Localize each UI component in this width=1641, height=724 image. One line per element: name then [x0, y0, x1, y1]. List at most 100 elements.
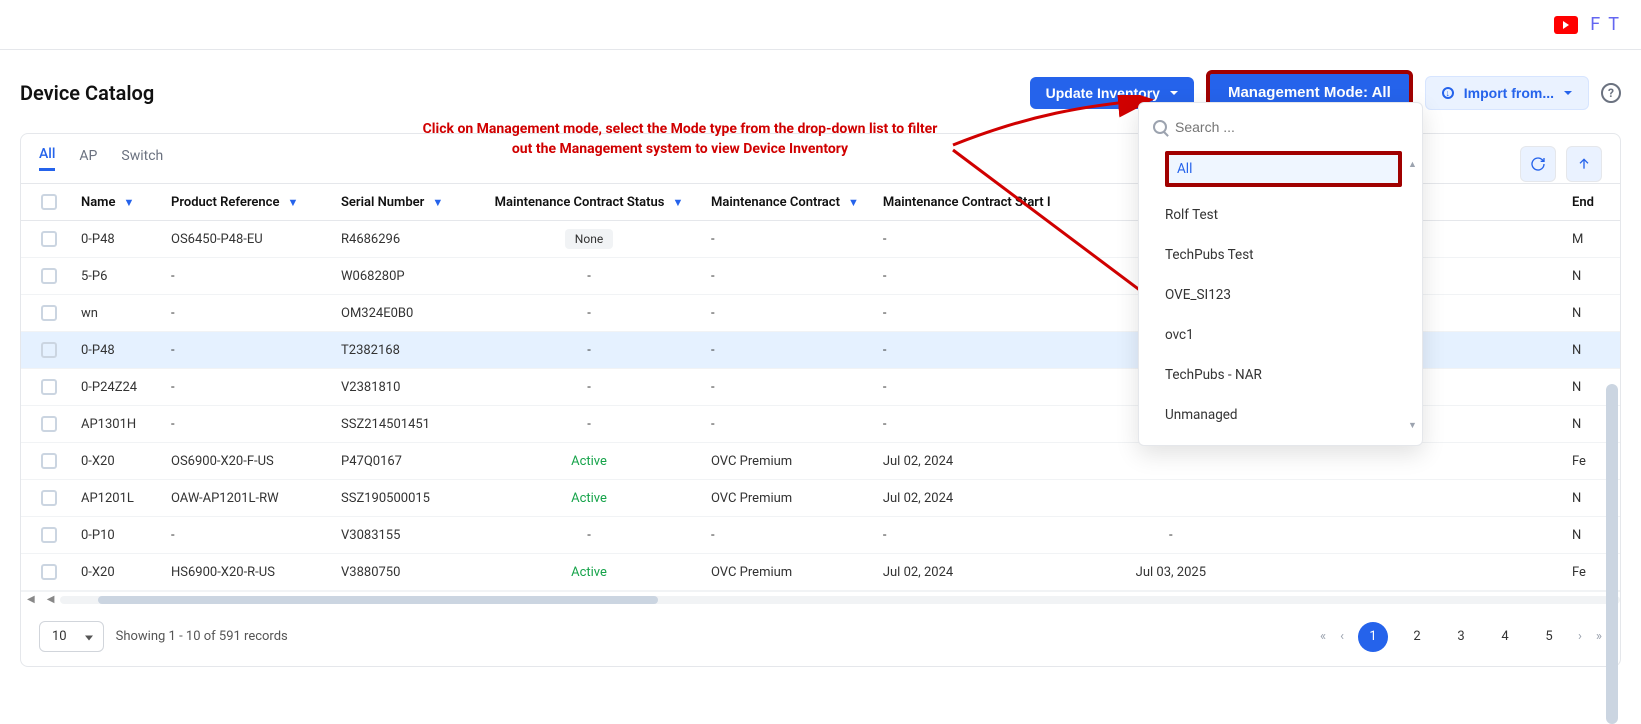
tab-switch[interactable]: Switch [121, 148, 163, 170]
cell-mc: - [699, 369, 871, 406]
management-mode-dropdown: All Rolf Test TechPubs Test OVE_SI123 ov… [1138, 102, 1423, 446]
dropdown-scrollbar[interactable]: ▲ ▼ [1408, 159, 1416, 431]
dropdown-item-all[interactable]: All [1165, 151, 1402, 187]
pager-page-3[interactable]: 3 [1446, 622, 1476, 652]
dropdown-item-techpubs-test[interactable]: TechPubs Test [1165, 243, 1412, 267]
col-mc: Maintenance Contract [711, 195, 840, 210]
cell-mc: - [699, 258, 871, 295]
dropdown-search-input[interactable] [1175, 119, 1408, 135]
dropdown-item-unmanaged[interactable]: Unmanaged [1165, 403, 1412, 427]
download-icon [1442, 87, 1454, 99]
cell-start: Jul 02, 2024 [871, 443, 1071, 480]
vertical-scrollbar[interactable] [1606, 384, 1618, 724]
cell-mcs: - [479, 406, 699, 443]
cell-mc: OVC Premium [699, 480, 871, 517]
table-row[interactable]: AP1201LOAW-AP1201L-RWSSZ190500015ActiveO… [21, 480, 1620, 517]
management-mode-label: Management Mode: All [1228, 84, 1391, 101]
scroll-down-icon[interactable]: ▼ [1408, 420, 1416, 431]
table-row[interactable]: 0-X20OS6900-X20-F-USP47Q0167ActiveOVC Pr… [21, 443, 1620, 480]
cell-mc: OVC Premium [699, 554, 871, 591]
cell-mcs: - [479, 332, 699, 369]
cell-serial: OM324E0B0 [329, 295, 479, 332]
import-from-label: Import from... [1464, 85, 1554, 101]
dropdown-item-techpubs-nar[interactable]: TechPubs - NAR [1165, 363, 1412, 387]
user-initials[interactable]: F T [1590, 14, 1621, 35]
scroll-thumb [98, 596, 658, 604]
row-checkbox[interactable] [41, 453, 57, 469]
page-title: Device Catalog [20, 81, 154, 105]
page-size-select[interactable]: 10 [39, 621, 104, 652]
refresh-icon [1530, 156, 1546, 172]
cell-start-alt [1071, 443, 1271, 480]
cell-start-alt: Jul 03, 2025 [1071, 554, 1271, 591]
cell-serial: V2381810 [329, 369, 479, 406]
panel-toolbar [1520, 146, 1602, 182]
export-button[interactable] [1566, 146, 1602, 182]
scroll-left-icon-2[interactable]: ◀ [41, 594, 61, 605]
cell-prodref: - [159, 332, 329, 369]
row-checkbox[interactable] [41, 379, 57, 395]
cell-mc: - [699, 406, 871, 443]
select-all-checkbox[interactable] [41, 194, 57, 210]
scroll-up-icon[interactable]: ▲ [1408, 159, 1416, 170]
help-icon[interactable]: ? [1601, 83, 1621, 103]
cell-serial: V3083155 [329, 517, 479, 554]
scroll-left-icon[interactable]: ◀ [21, 594, 41, 605]
row-checkbox[interactable] [41, 342, 57, 358]
col-prodref: Product Reference [171, 195, 279, 210]
cell-serial: SSZ214501451 [329, 406, 479, 443]
cell-name: AP1201L [69, 480, 159, 517]
tab-all[interactable]: All [39, 146, 55, 171]
refresh-button[interactable] [1520, 146, 1556, 182]
pager-page-5[interactable]: 5 [1534, 622, 1564, 652]
pager-page-4[interactable]: 4 [1490, 622, 1520, 652]
cell-prodref: HS6900-X20-R-US [159, 554, 329, 591]
cell-end: N [1560, 258, 1620, 295]
cell-mcs: - [479, 295, 699, 332]
dropdown-item-ovc1[interactable]: ovc1 [1165, 323, 1412, 347]
row-checkbox[interactable] [41, 416, 57, 432]
cell-end: N [1560, 332, 1620, 369]
filter-icon[interactable]: ▼ [672, 196, 683, 209]
cell-end: N [1560, 295, 1620, 332]
pager-page-1[interactable]: 1 [1358, 622, 1388, 652]
import-from-button[interactable]: Import from... [1425, 76, 1589, 110]
tab-ap[interactable]: AP [79, 148, 97, 170]
cell-mcs: None [479, 221, 699, 258]
pager-next[interactable]: › [1578, 629, 1582, 644]
search-icon [1153, 120, 1167, 134]
youtube-icon[interactable] [1554, 16, 1578, 34]
filter-icon[interactable]: ▼ [848, 196, 859, 209]
row-checkbox[interactable] [41, 564, 57, 580]
horizontal-scrollbar[interactable]: ◀ ◀ [21, 591, 1620, 607]
filter-icon[interactable]: ▼ [123, 196, 134, 209]
table-footer: 10 Showing 1 - 10 of 591 records « ‹ 1 2… [21, 607, 1620, 666]
dropdown-item-rolf-test[interactable]: Rolf Test [1165, 203, 1412, 227]
row-checkbox[interactable] [41, 527, 57, 543]
cell-prodref: OS6900-X20-F-US [159, 443, 329, 480]
table-row[interactable]: 0-P10-V3083155----N [21, 517, 1620, 554]
row-checkbox[interactable] [41, 268, 57, 284]
pager-page-2[interactable]: 2 [1402, 622, 1432, 652]
cell-name: 5-P6 [69, 258, 159, 295]
filter-icon[interactable]: ▼ [287, 196, 298, 209]
cell-start: - [871, 369, 1071, 406]
table-row[interactable]: 0-X20HS6900-X20-R-USV3880750ActiveOVC Pr… [21, 554, 1620, 591]
dropdown-search-row [1139, 113, 1422, 145]
row-checkbox[interactable] [41, 490, 57, 506]
filter-icon[interactable]: ▼ [432, 196, 443, 209]
cell-start: - [871, 517, 1071, 554]
cell-prodref: - [159, 517, 329, 554]
pager-first[interactable]: « [1320, 629, 1326, 644]
pager-prev[interactable]: ‹ [1340, 629, 1344, 644]
row-checkbox[interactable] [41, 231, 57, 247]
status-badge: None [565, 229, 613, 249]
pager-last[interactable]: » [1596, 629, 1602, 644]
dropdown-item-ove-si123[interactable]: OVE_SI123 [1165, 283, 1412, 307]
cell-prodref: - [159, 406, 329, 443]
cell-name: 0-P48 [69, 332, 159, 369]
row-checkbox[interactable] [41, 305, 57, 321]
cell-start: Jul 02, 2024 [871, 480, 1071, 517]
update-inventory-label: Update Inventory [1046, 85, 1160, 101]
cell-name: 0-P24Z24 [69, 369, 159, 406]
